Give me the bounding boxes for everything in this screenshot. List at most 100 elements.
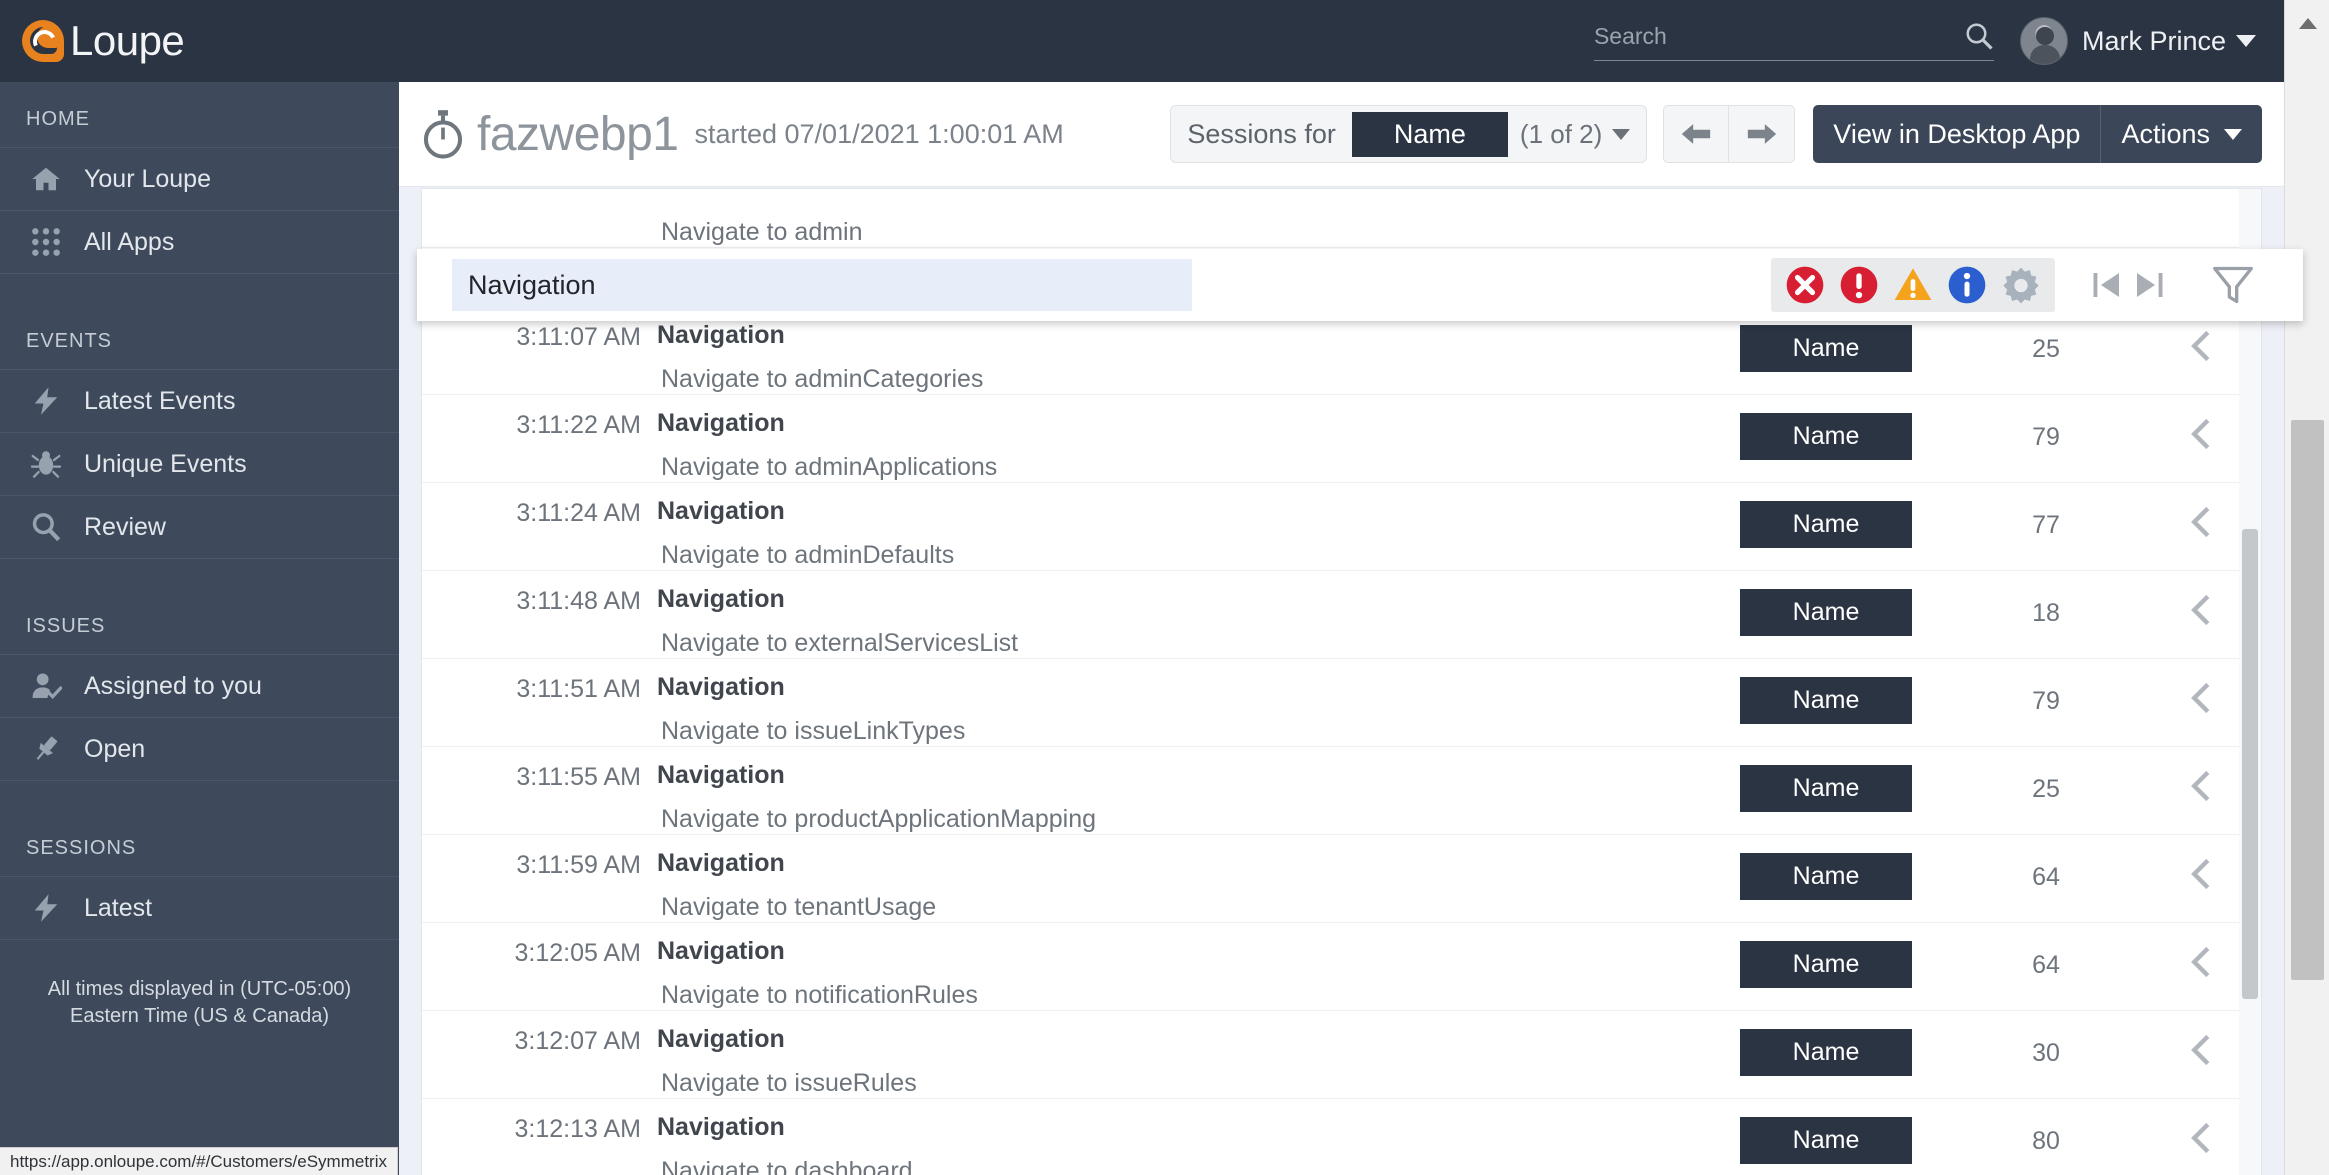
filter-search-input[interactable] [452, 259, 1192, 311]
sidebar-item-open[interactable]: Open [0, 718, 399, 781]
sidebar-item-label: Open [84, 734, 146, 763]
session-header: fazwebp1 started 07/01/2021 1:00:01 AM S… [399, 82, 2284, 187]
lightning-bolt-icon [26, 892, 66, 924]
information-icon[interactable] [1947, 265, 1987, 305]
event-badge-cell: Name [1701, 395, 1951, 460]
sidebar-item-your-loupe[interactable]: Your Loupe [0, 148, 399, 211]
event-title: Navigation [657, 409, 785, 437]
list-scrollbar-thumb[interactable] [2242, 529, 2258, 999]
status-badge: Name [1740, 677, 1912, 724]
event-time: 3:11:24 AM [516, 499, 641, 527]
magnifier-icon [26, 511, 66, 543]
table-row[interactable]: 3:11:55 AM Navigation Navigate to produc… [422, 747, 2261, 835]
event-description: Navigate to productApplicationMapping [661, 805, 1096, 833]
table-row[interactable]: 3:11:59 AM Navigation Navigate to tenant… [422, 835, 2261, 923]
event-time: 3:11:59 AM [516, 851, 641, 879]
chevron-down-icon[interactable] [1612, 128, 1631, 140]
search-icon[interactable] [1964, 21, 1994, 51]
sidebar-item-latest[interactable]: Latest [0, 877, 399, 940]
view-in-desktop-app-button[interactable]: View in Desktop App [1813, 105, 2102, 163]
user-name[interactable]: Mark Prince [2082, 26, 2226, 57]
sidebar-item-label: Unique Events [84, 449, 247, 478]
table-row[interactable]: 3:12:05 AM Navigation Navigate to notifi… [422, 923, 2261, 1011]
sidebar-item-review[interactable]: Review [0, 496, 399, 559]
table-row[interactable]: 3:11:48 AM Navigation Navigate to extern… [422, 571, 2261, 659]
event-title: Navigation [657, 761, 785, 789]
page-scrollbar-thumb[interactable] [2291, 420, 2324, 980]
chevron-down-icon [2224, 128, 2242, 140]
sidebar-item-unique-events[interactable]: Unique Events [0, 433, 399, 496]
table-row[interactable]: 3:12:13 AM Navigation Navigate to dashbo… [422, 1099, 2261, 1175]
status-badge: Name [1740, 853, 1912, 900]
page-title: fazwebp1 [477, 107, 679, 161]
event-title: Navigation [657, 673, 785, 701]
event-time: 3:11:22 AM [516, 411, 641, 439]
stopwatch-icon [423, 110, 463, 159]
event-title: Navigation [657, 937, 785, 965]
table-row[interactable]: Navigate to admin [422, 189, 2261, 248]
event-badge-cell: Name [1701, 659, 1951, 724]
sidebar-item-label: Review [84, 512, 166, 541]
status-badge: Name [1740, 1029, 1912, 1076]
severity-filter-group [1771, 258, 2055, 312]
chevron-left-icon [2191, 682, 2210, 714]
actions-button[interactable]: Actions [2101, 105, 2262, 163]
global-search[interactable] [1593, 21, 1994, 61]
verbose-gear-icon[interactable] [2001, 265, 2041, 305]
scroll-up-button[interactable] [2285, 0, 2329, 45]
sidebar-section-issues: ISSUES [0, 589, 399, 655]
event-description: Navigate to externalServicesList [661, 629, 1019, 657]
actions-label: Actions [2121, 118, 2210, 149]
event-description: Navigate to tenantUsage [661, 893, 937, 921]
funnel-filter-icon[interactable] [2211, 263, 2255, 307]
status-badge: Name [1740, 325, 1912, 372]
sidebar-section-sessions: SESSIONS [0, 811, 399, 877]
chevron-left-icon [2191, 506, 2210, 538]
sidebar-item-label: Latest [84, 893, 153, 922]
event-time: 3:12:13 AM [514, 1115, 641, 1143]
pager-group [2089, 267, 2167, 303]
event-badge-cell: Name [1701, 923, 1951, 988]
event-time: 3:11:51 AM [516, 675, 641, 703]
table-row[interactable]: 3:11:24 AM Navigation Navigate to adminD… [422, 483, 2261, 571]
sidebar-item-latest-events[interactable]: Latest Events [0, 370, 399, 433]
page-scrollbar[interactable] [2284, 0, 2329, 1175]
topbar-right-group: Mark Prince [1593, 17, 2284, 65]
sessions-for-selector[interactable]: Sessions for Name (1 of 2) [1170, 105, 1648, 163]
brand-logo[interactable]: Loupe [22, 17, 185, 65]
bug-icon [26, 448, 66, 480]
avatar[interactable] [2019, 17, 2068, 65]
table-row[interactable]: 3:12:07 AM Navigation Navigate to issueR… [422, 1011, 2261, 1099]
next-session-button[interactable] [1729, 105, 1796, 163]
list-scrollbar-track[interactable] [2239, 189, 2261, 1175]
chevron-down-icon[interactable] [2236, 35, 2256, 47]
sidebar-item-label: Your Loupe [84, 164, 211, 193]
event-count: 80 [2032, 1127, 2060, 1155]
sidebar-item-all-apps[interactable]: All Apps [0, 211, 399, 274]
status-badge: Name [1740, 1117, 1912, 1164]
first-page-icon[interactable] [2089, 267, 2125, 303]
search-input[interactable] [1593, 22, 1964, 50]
warning-icon[interactable] [1893, 265, 1933, 305]
status-bar-url: https://app.onloupe.com/#/Customers/eSym… [0, 1147, 398, 1175]
arrow-right-icon [1747, 124, 1776, 144]
event-title: Navigation [657, 1025, 785, 1053]
last-page-icon[interactable] [2131, 267, 2167, 303]
critical-icon[interactable] [1785, 265, 1825, 305]
sidebar-item-assigned-to-you[interactable]: Assigned to you [0, 655, 399, 718]
error-icon[interactable] [1839, 265, 1879, 305]
table-row[interactable]: 3:11:51 AM Navigation Navigate to issueL… [422, 659, 2261, 747]
sidebar: HOME Your Loupe All Apps EVENTS Latest E… [0, 82, 399, 1175]
event-time: 3:11:48 AM [516, 587, 641, 615]
event-count: 79 [2032, 423, 2060, 451]
event-title: Navigation [657, 497, 785, 525]
table-row[interactable]: 3:11:22 AM Navigation Navigate to adminA… [422, 395, 2261, 483]
chevron-left-icon [2191, 418, 2210, 450]
sessions-count: (1 of 2) [1519, 118, 1603, 149]
event-count: 30 [2032, 1039, 2060, 1067]
top-navigation-bar: Loupe Mark Prince [0, 0, 2284, 82]
event-description: Navigate to admin [661, 218, 863, 246]
status-badge: Name [1740, 413, 1912, 460]
previous-session-button[interactable] [1663, 105, 1730, 163]
event-description: Navigate to dashboard [661, 1157, 913, 1175]
